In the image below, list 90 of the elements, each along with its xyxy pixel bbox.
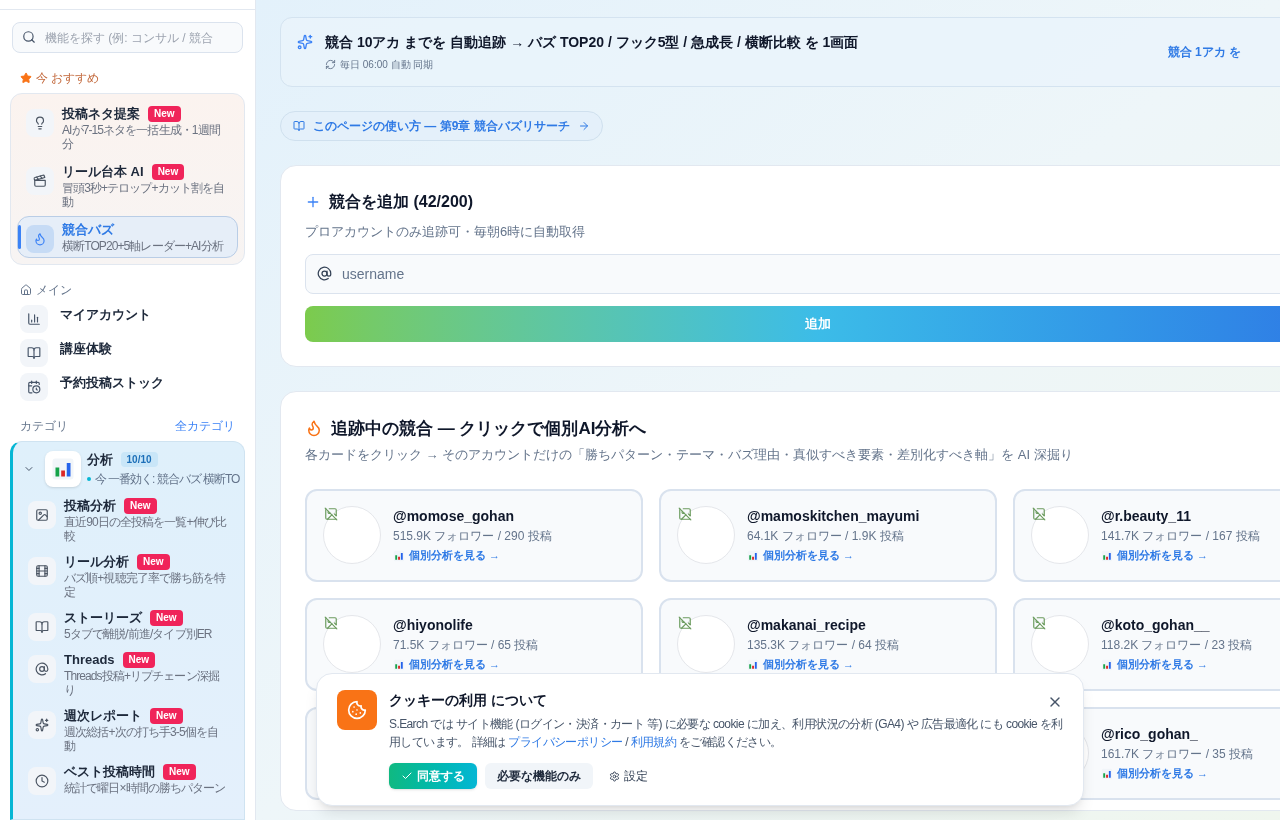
category-title: 分析 <box>86 451 113 469</box>
new-badge: New <box>150 609 183 626</box>
item-description: バズ順+視聴完了率で勝ち筋を特定 <box>64 570 227 599</box>
sidebar-item[interactable]: 講座体験 <box>8 339 247 367</box>
count-badge: 10/10 <box>120 452 158 468</box>
sidebar-item[interactable]: Threads New Threads投稿+リプチェーン深掘り <box>19 645 238 702</box>
new-badge: New <box>151 164 185 180</box>
sidebar-item[interactable]: リール台本 AI New 冒頭3秒+テロップ+カット割を自動 <box>17 158 238 214</box>
section-title: 追跡中の競合 — クリックで個別AI分析へ <box>331 417 647 440</box>
analysis-link[interactable]: 個別分析を見る → <box>1117 765 1209 782</box>
item-title: 予約投稿ストック <box>60 374 164 392</box>
item-description: 横断TOP20+5軸レーダー+AI分析 <box>62 239 223 253</box>
item-description: AIが7-15ネタを一括生成・1週間分 <box>62 123 221 151</box>
item-description: Threads投稿+リプチェーン深掘り <box>64 668 220 697</box>
analysis-link[interactable]: 個別分析を見る → <box>1117 547 1209 564</box>
item-title: リール分析 <box>64 552 129 571</box>
sidebar-item[interactable]: ベスト投稿時間 New 統計で曜日×時間の勝ちパターン <box>19 757 238 800</box>
card-subtitle: プロアカウントのみ追跡可・毎朝6時に自動取得 <box>305 223 587 241</box>
section-subtitle: 各カードをクリック → そのアカウントだけの「勝ちパターン・テーマ・バズ理由・真似すべき要素・差別化すべき軸」を AI 深掘り <box>305 446 1074 464</box>
item-title: Threads <box>64 650 115 669</box>
analysis-link[interactable]: 個別分析を見る → <box>763 656 855 673</box>
account-card[interactable]: @koto_gohan__ 118.2K フォロワー / 23 投稿 個別分析を見る → <box>1013 597 1280 691</box>
account-stats: 141.7K フォロワー / 167 投稿 <box>1101 528 1260 546</box>
section-label: カテゴリ <box>20 418 68 435</box>
account-handle: @r.beauty_11 <box>1101 507 1192 527</box>
card-title: 競合を追加 (42/200) <box>329 192 474 212</box>
account-handle: @koto_gohan__ <box>1101 616 1211 636</box>
section-label: メイン <box>36 282 72 299</box>
item-description: 統計で曜日×時間の勝ちパターン <box>64 780 226 795</box>
sidebar-item[interactable]: 予約投稿ストック <box>8 373 247 401</box>
item-title: リール台本 AI <box>62 163 144 181</box>
item-title: 週次レポート <box>64 706 142 725</box>
settings-button[interactable]: 設定 <box>601 763 656 789</box>
analysis-link[interactable]: 個別分析を見る → <box>409 656 501 673</box>
new-badge: New <box>163 763 196 780</box>
cookie-title: クッキーの利用 について <box>389 691 547 710</box>
cookie-text: S.Earch では サイト機能 (ログイン・決済・カート 等) に必要な cookie に加え、利用状況の分析 (GA4) や 広告最適化 にも cookie を利用しています。 詳細は プライバシーポリシー / 利用規約 をご確認ください。 <box>389 716 1063 751</box>
account-stats: 118.2K フォロワー / 23 投稿 <box>1101 637 1253 655</box>
new-badge: New <box>150 707 183 724</box>
account-handle: @rico_gohan_ <box>1101 725 1199 745</box>
analysis-link[interactable]: 個別分析を見る → <box>763 547 855 564</box>
terms-link[interactable]: 利用規約 <box>630 735 677 749</box>
analysis-link[interactable]: 個別分析を見る → <box>409 547 501 564</box>
guide-link[interactable]: このページの使い方 — 第9章 競合バズリサーチ <box>280 111 603 141</box>
account-handle: @mamoskitchen_mayumi <box>747 507 920 527</box>
new-badge: New <box>137 553 170 570</box>
item-title: 投稿ネタ提案 <box>62 105 140 123</box>
item-description: 冒頭3秒+テロップ+カット割を自動 <box>62 181 226 209</box>
item-title: 競合バズ <box>62 221 114 239</box>
sidebar-item[interactable]: 競合バズ 横断TOP20+5軸レーダー+AI分析 <box>17 216 238 258</box>
sync-text: 毎日 06:00 自動 同期 <box>340 58 434 72</box>
sidebar-item[interactable]: リール分析 New バズ順+視聴完了率で勝ち筋を特定 <box>19 547 238 604</box>
item-title: 講座体験 <box>60 340 112 358</box>
sidebar-item[interactable]: ストーリーズ New 5タブで離脱/前進/タイプ別ER <box>19 603 238 646</box>
account-stats: 515.9K フォロワー / 290 投稿 <box>393 528 552 546</box>
all-categories-link[interactable]: 全カテゴリ <box>175 417 235 435</box>
account-card[interactable]: @r.beauty_11 141.7K フォロワー / 167 投稿 個別分析を見る → <box>1013 488 1280 582</box>
new-badge: New <box>124 497 157 514</box>
section-label: 今 おすすめ <box>36 70 100 87</box>
new-badge: New <box>148 106 181 122</box>
account-stats: 71.5K フォロワー / 65 投稿 <box>393 637 539 655</box>
category-hint: 今 一番効く: 競合バズ 横断TO <box>94 470 240 488</box>
banner-link[interactable]: 競合 1アカ を <box>1167 43 1241 61</box>
account-handle: @makanai_recipe <box>747 616 867 636</box>
item-title: ストーリーズ <box>64 608 142 627</box>
sidebar-item[interactable]: マイアカウント <box>8 305 247 333</box>
item-description: 週次総括+次の打ち手3-5個を自動 <box>64 724 219 753</box>
account-stats: 135.3K フォロワー / 64 投稿 <box>747 637 900 655</box>
sidebar-item[interactable]: 投稿ネタ提案 New AIが7-15ネタを一括生成・1週間分 <box>17 100 238 156</box>
banner-title: 競合 10アカ までを 自動追跡 → バズ TOP20 / フック5型 / 急成長 / 横断比較 を 1画面 <box>325 33 859 52</box>
necessary-only-button[interactable]: 必要な機能のみ <box>485 763 593 789</box>
username-field[interactable]: username <box>305 253 1280 294</box>
item-description: 5タブで離脱/前進/タイプ別ER <box>64 626 212 641</box>
sidebar-item[interactable]: 週次レポート New 週次総括+次の打ち手3-5個を自動 <box>19 701 238 758</box>
category-header[interactable]: 分析 10/10 今 一番効く: 競合バズ 横断TO <box>19 450 238 488</box>
item-description: 直近90日の全投稿を一覧+伸び比較 <box>64 514 228 543</box>
account-handle: @momose_gohan <box>393 507 515 527</box>
privacy-policy-link[interactable]: プライバシーポリシー <box>508 735 623 749</box>
account-stats: 64.1K フォロワー / 1.9K 投稿 <box>747 528 905 546</box>
item-title: マイアカウント <box>60 306 151 324</box>
account-card[interactable]: @mamoskitchen_mayumi 64.1K フォロワー / 1.9K 投稿 個別分析を見る → <box>659 488 997 582</box>
new-badge: New <box>122 651 156 668</box>
sidebar-item[interactable]: 投稿分析 New 直近90日の全投稿を一覧+伸び比較 <box>19 491 238 548</box>
account-card[interactable]: @momose_gohan 515.9K フォロワー / 290 投稿 個別分析を見る → <box>305 488 643 582</box>
account-stats: 161.7K フォロワー / 35 投稿 <box>1101 746 1254 764</box>
item-title: 投稿分析 <box>64 496 116 515</box>
item-title: ベスト投稿時間 <box>64 762 155 781</box>
account-handle: @hiyonolife <box>393 616 474 636</box>
search-field[interactable]: 機能を探す (例: コンサル / 競合 <box>12 22 243 53</box>
analysis-link[interactable]: 個別分析を見る → <box>1117 656 1209 673</box>
